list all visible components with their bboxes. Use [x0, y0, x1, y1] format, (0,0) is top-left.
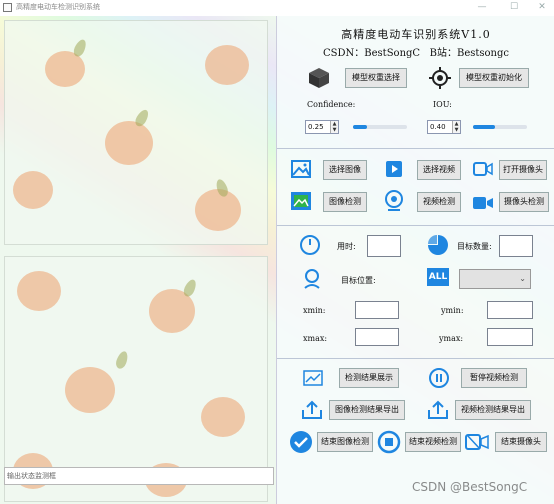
spin-arrows-icon[interactable]: ▲ ▼: [330, 121, 338, 133]
camera-icon: [473, 162, 493, 176]
open-camera-button[interactable]: 打开摄像头: [499, 160, 547, 180]
camera-detect-button[interactable]: 摄像头检测: [499, 192, 549, 212]
time-label: 用时:: [337, 242, 356, 251]
apple-decoration: [13, 171, 53, 209]
result-image-panel: [4, 256, 268, 502]
control-panel: 高精度电动车识别系统V1.0 CSDN：BestSongC B站：Bestson…: [276, 16, 554, 504]
apple-decoration: [105, 121, 153, 165]
image-detect-button[interactable]: 图像检测: [323, 192, 367, 212]
window-title: 高精度电动车检测识别系统: [16, 3, 100, 11]
video-detect-button[interactable]: 视频检测: [417, 192, 461, 212]
target-settings-icon: [429, 67, 451, 89]
camera-off-icon: [465, 434, 489, 450]
pie-chart-icon: [428, 235, 448, 255]
select-video-button[interactable]: 选择视频: [417, 160, 461, 180]
model-weight-init-button[interactable]: 模型权重初始化: [459, 68, 529, 88]
target-count-label: 目标数量:: [457, 242, 492, 251]
target-select-dropdown[interactable]: ⌄: [459, 269, 531, 289]
end-camera-button[interactable]: 结束摄像头: [495, 432, 547, 452]
divider: [277, 225, 554, 226]
iou-slider-fill: [473, 125, 495, 129]
line-chart-icon: [303, 370, 323, 386]
target-count-field[interactable]: [499, 235, 533, 257]
iou-label: IOU:: [433, 100, 452, 109]
ymax-label: ymax:: [439, 334, 464, 343]
original-image-panel: [4, 20, 268, 245]
clock-icon: [300, 235, 320, 255]
divider: [277, 358, 554, 359]
image-display-area: 输出状态监测框: [4, 20, 274, 502]
spin-arrows-icon[interactable]: ▲ ▼: [452, 121, 460, 133]
export-image-result-button[interactable]: 图像检测结果导出: [329, 400, 405, 420]
chevron-down-icon: ⌄: [519, 274, 526, 283]
apple-decoration: [205, 45, 249, 85]
app-icon: [3, 3, 12, 12]
leaf-decoration: [181, 277, 199, 299]
apple-decoration: [65, 367, 115, 413]
minimize-button[interactable]: —: [472, 1, 492, 14]
webcam-icon: [385, 190, 403, 211]
confidence-spinbox[interactable]: 0.25 ▲ ▼: [305, 120, 339, 134]
image-icon: [291, 160, 311, 178]
watermark: CSDN @BestSongC: [412, 480, 528, 494]
iou-value: 0.40: [430, 123, 446, 131]
window-titlebar: 高精度电动车检测识别系统 — ☐ ✕: [0, 0, 554, 17]
xmin-field[interactable]: [355, 301, 399, 319]
bilibili-value: Bestsongc: [456, 48, 509, 59]
stop-circle-icon: [377, 430, 401, 454]
upload-icon: [302, 400, 322, 419]
end-video-detect-button[interactable]: 结束视频检测: [405, 432, 461, 452]
iou-spinbox[interactable]: 0.40 ▲ ▼: [427, 120, 461, 134]
maximize-button[interactable]: ☐: [504, 1, 524, 14]
iou-slider[interactable]: [473, 125, 527, 129]
all-badge-icon: ALL: [427, 268, 449, 286]
csdn-label: CSDN：: [323, 48, 365, 59]
xmax-field[interactable]: [355, 328, 399, 346]
apple-decoration: [195, 189, 241, 231]
end-image-detect-button[interactable]: 结束图像检测: [317, 432, 373, 452]
upload-icon: [428, 400, 448, 419]
leaf-decoration: [114, 349, 130, 371]
csdn-value: BestSongC: [364, 48, 421, 59]
target-position-label: 目标位置:: [341, 276, 376, 285]
image-detect-icon: [291, 192, 311, 210]
model-weight-select-button[interactable]: 模型权重选择: [345, 68, 407, 88]
leaf-decoration: [71, 37, 89, 59]
time-field[interactable]: [367, 235, 401, 257]
pause-video-button[interactable]: 暂停视频检测: [461, 368, 527, 388]
check-circle-icon: [290, 431, 312, 453]
confidence-value: 0.25: [308, 123, 324, 131]
apple-decoration: [17, 271, 61, 311]
pause-icon: [429, 368, 449, 388]
leaf-decoration: [133, 107, 151, 129]
ymin-field[interactable]: [487, 301, 533, 319]
confidence-slider[interactable]: [353, 125, 407, 129]
ymax-field[interactable]: [487, 328, 533, 346]
export-video-result-button[interactable]: 视频检测结果导出: [455, 400, 531, 420]
system-title: 高精度电动车识别系统V1.0: [341, 28, 491, 41]
close-button[interactable]: ✕: [532, 1, 552, 14]
apple-decoration: [201, 397, 245, 437]
video-play-icon: [386, 161, 402, 177]
confidence-label: Confidence:: [307, 100, 356, 109]
camera-filled-icon: [473, 197, 493, 209]
divider: [277, 148, 554, 149]
ymin-label: ymin:: [441, 306, 464, 315]
bilibili-label: B站：: [429, 48, 457, 59]
cube-icon: [309, 68, 329, 88]
confidence-slider-fill: [353, 125, 367, 129]
show-result-button[interactable]: 检测结果展示: [339, 368, 399, 388]
xmax-label: xmax:: [303, 334, 328, 343]
select-image-button[interactable]: 选择图像: [323, 160, 367, 180]
status-output-box[interactable]: 输出状态监测框: [4, 467, 274, 485]
author-line: CSDN：BestSongC B站：Bestsongc: [277, 44, 554, 59]
xmin-label: xmin:: [303, 306, 326, 315]
location-pin-icon: [304, 269, 320, 289]
